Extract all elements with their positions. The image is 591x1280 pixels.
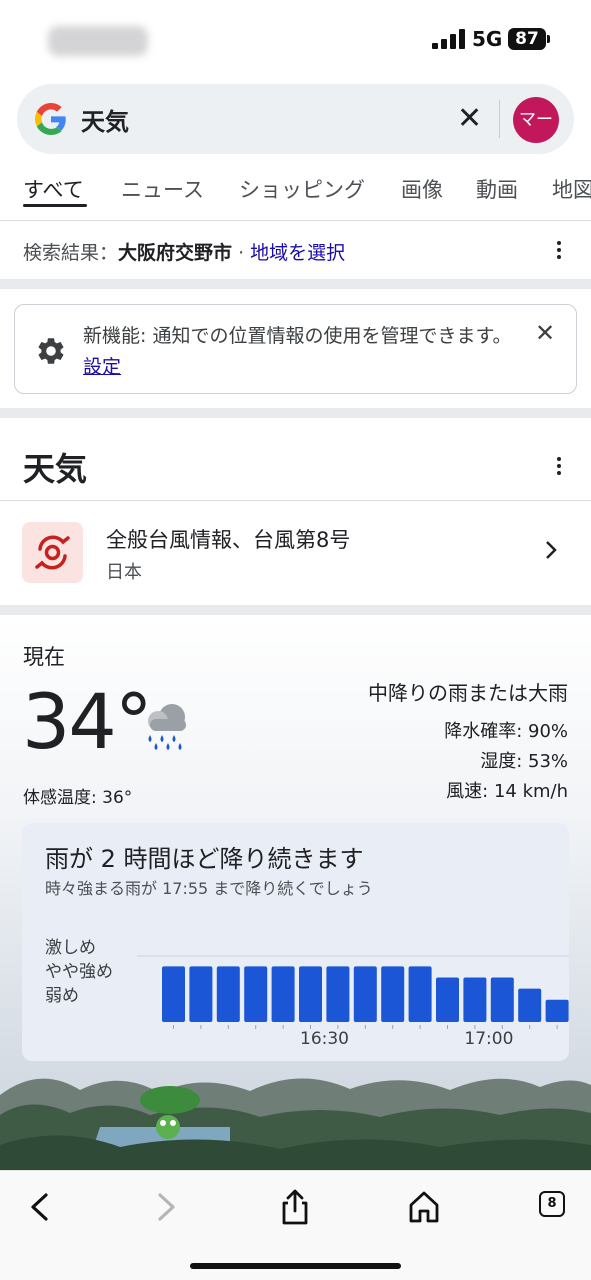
rain-bar [408, 966, 432, 1022]
tab-maps[interactable]: 地図 [552, 174, 591, 204]
tab-news[interactable]: ニュース [121, 174, 204, 204]
rain-bar [463, 977, 487, 1022]
humidity: 湿度: 53% [480, 751, 568, 772]
search-query[interactable]: 天気 [81, 102, 129, 137]
search-bar[interactable]: 天気 ✕ マー [17, 84, 574, 154]
google-logo-icon [35, 103, 66, 135]
status-time [48, 26, 148, 56]
more-options-icon[interactable] [556, 457, 562, 478]
search-tabs: すべて ニュース ショッピング 画像 動画 地図 [0, 168, 591, 220]
section-divider [0, 408, 591, 418]
home-icon[interactable] [404, 1187, 444, 1227]
rain-bar [436, 977, 459, 1022]
location-separator: · [232, 242, 251, 264]
location-city: 大阪府交野市 [118, 242, 233, 264]
rain-bar [299, 966, 322, 1022]
rain-bar [244, 966, 268, 1022]
rain-card-subtitle: 時々強まる雨が 17:55 まで降り続くでしょう [45, 879, 373, 898]
wind-speed: 風速: 14 km/h [446, 781, 568, 802]
level-moderate: やや強め [45, 962, 113, 982]
back-icon[interactable] [20, 1187, 60, 1227]
rain-bar-chart: 16:30 17:00 [137, 955, 569, 1046]
weather-title: 天気 [23, 450, 88, 488]
rain-bar [216, 966, 240, 1022]
level-heavy: 激しめ [45, 938, 96, 958]
precipitation: 降水確率: 90% [444, 721, 568, 742]
tab-switcher-icon[interactable]: 8 [539, 1191, 565, 1217]
rain-bar [490, 977, 514, 1022]
chevron-right-icon[interactable] [545, 540, 557, 560]
rain-card-title: 雨が 2 時間ほど降り続きます [45, 845, 364, 873]
typhoon-icon [22, 522, 83, 583]
signal-icon [432, 29, 466, 49]
weather-panel: 現在 34° 体感温度: 36° 中降りの雨または大雨 降水確率: 90% 湿度… [0, 615, 591, 1170]
notice-text: 新機能: 通知での位置情報の使用を管理できます。 設定 [83, 321, 523, 383]
close-icon[interactable]: ✕ [535, 319, 555, 347]
current-label: 現在 [23, 645, 65, 669]
more-options-icon[interactable] [556, 241, 562, 262]
rain-bar [326, 966, 350, 1022]
share-icon[interactable] [275, 1187, 315, 1227]
typhoon-title[interactable]: 全般台風情報、台風第8号 [106, 524, 350, 554]
forward-icon[interactable] [146, 1187, 186, 1227]
battery-icon: 87 [508, 28, 546, 50]
rain-bar [518, 988, 542, 1022]
select-region-link[interactable]: 地域を選択 [250, 242, 345, 264]
account-avatar[interactable]: マー [513, 97, 559, 143]
rain-forecast-card: 雨が 2 時間ほど降り続きます 時々強まる雨が 17:55 まで降り続くでしょう… [22, 823, 569, 1061]
x-tick-label: 16:30 [300, 1029, 349, 1046]
rain-bar [353, 966, 377, 1022]
condition-text: 中降りの雨または大雨 [368, 681, 568, 705]
section-divider [0, 605, 591, 615]
location-prefix: 検索結果： [23, 242, 119, 264]
tab-images[interactable]: 画像 [401, 174, 443, 204]
rain-bar [162, 966, 185, 1022]
notice-message: 新機能: 通知での位置情報の使用を管理できます。 [83, 325, 512, 347]
location-notice: 新機能: 通知での位置情報の使用を管理できます。 設定 ✕ [14, 304, 577, 394]
divider [499, 100, 500, 138]
rain-bar [189, 966, 213, 1022]
rain-bar [271, 966, 295, 1022]
network-type: 5G [472, 27, 503, 51]
divider [0, 500, 591, 501]
clear-search-icon[interactable]: ✕ [457, 103, 482, 135]
current-temperature: 34° [22, 677, 153, 766]
rain-bar [381, 966, 405, 1022]
level-light: 弱め [45, 986, 79, 1006]
battery-tip [547, 35, 550, 43]
active-tab-indicator [23, 204, 87, 207]
rain-landscape-illustration [0, 1078, 591, 1170]
rain-cloud-icon [148, 704, 186, 750]
gear-icon [38, 338, 64, 364]
rain-bar [545, 999, 569, 1022]
x-tick-label: 17:00 [464, 1029, 513, 1046]
settings-link[interactable]: 設定 [83, 356, 121, 378]
tab-shopping[interactable]: ショッピング [239, 174, 365, 204]
home-indicator [190, 1263, 401, 1269]
status-bar: 5G 87 [0, 0, 591, 80]
typhoon-region: 日本 [106, 562, 142, 583]
divider [0, 220, 591, 221]
location-row: 検索結果：大阪府交野市 · 地域を選択 [23, 238, 345, 265]
tab-all[interactable]: すべて [23, 174, 84, 204]
feels-like: 体感温度: 36° [23, 788, 133, 808]
tab-videos[interactable]: 動画 [476, 174, 518, 204]
section-divider [0, 279, 591, 289]
